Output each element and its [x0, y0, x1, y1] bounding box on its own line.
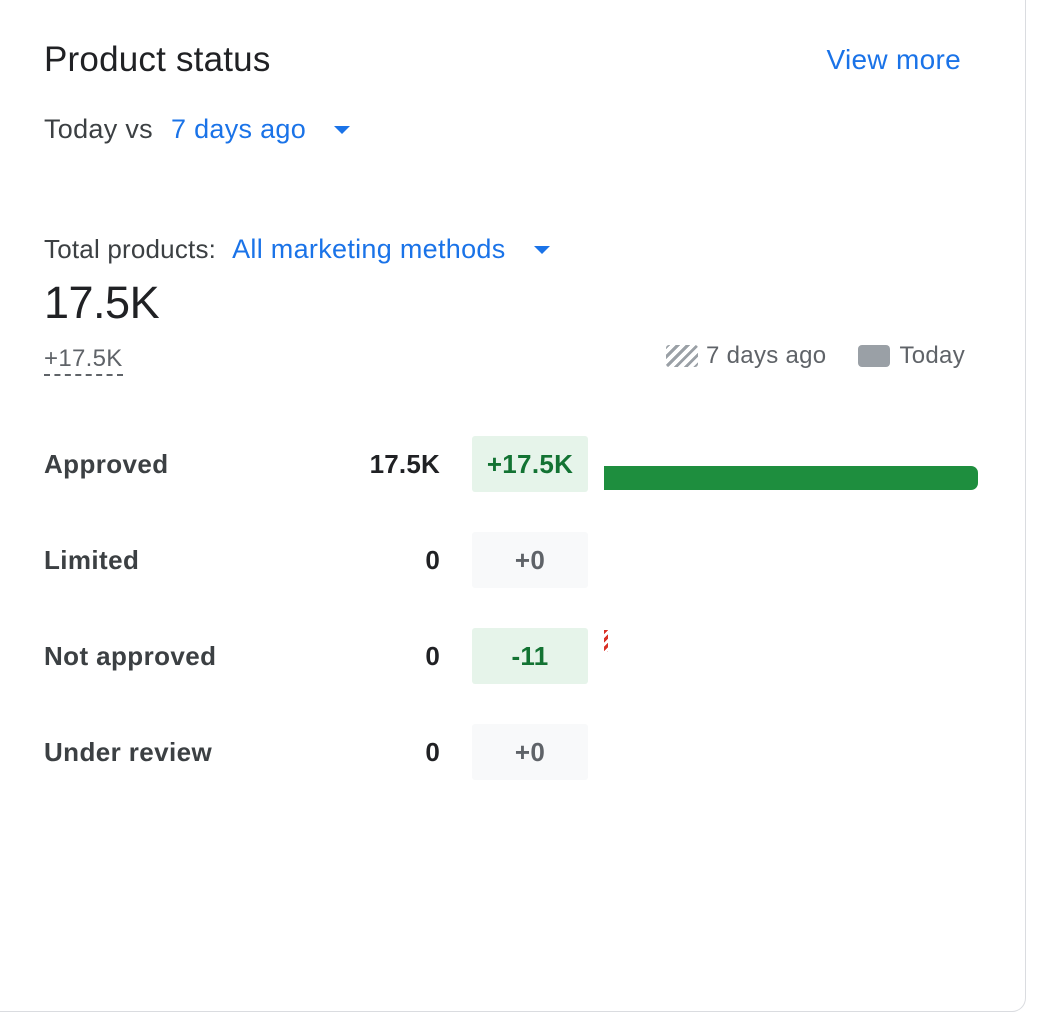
comparison-prefix: Today vs: [44, 113, 153, 144]
status-count: 17.5K: [369, 449, 440, 479]
status-delta-badge: +0: [472, 532, 588, 588]
status-bar-track: [604, 724, 978, 780]
legend-previous-label: 7 days ago: [706, 342, 827, 369]
legend-item-current: Today: [858, 342, 965, 370]
status-label: Under review: [44, 737, 213, 767]
status-row-approved[interactable]: Approved 17.5K +17.5K: [44, 436, 978, 492]
status-row-not-approved[interactable]: Not approved 0 -11: [44, 628, 978, 684]
status-label: Not approved: [44, 641, 217, 671]
status-bar-today: [604, 466, 978, 490]
status-delta-badge: +0: [472, 724, 588, 780]
status-bar-previous: [604, 630, 608, 652]
solid-swatch-icon: [858, 345, 891, 367]
status-delta-badge: -11: [472, 628, 588, 684]
status-label: Limited: [44, 545, 140, 575]
marketing-method-label: All marketing methods: [232, 233, 506, 264]
chart-legend: 7 days ago Today: [666, 340, 965, 372]
legend-current-label: Today: [899, 342, 965, 369]
comparison-period-label: 7 days ago: [170, 113, 307, 144]
status-label: Approved: [44, 449, 169, 479]
marketing-method-dropdown[interactable]: All marketing methods: [232, 233, 550, 265]
legend-item-previous: 7 days ago: [666, 342, 826, 370]
card-title: Product status: [44, 40, 271, 79]
caret-down-icon: [334, 126, 351, 134]
status-count: 0: [425, 737, 440, 767]
status-bar-track: [604, 628, 978, 684]
status-count: 0: [425, 545, 440, 575]
status-row-limited[interactable]: Limited 0 +0: [44, 532, 978, 588]
status-count: 0: [425, 641, 440, 671]
total-products-label: Total products:: [44, 233, 217, 264]
status-bar-track: [604, 532, 978, 588]
total-products-delta[interactable]: +17.5K: [44, 344, 123, 376]
comparison-period-dropdown[interactable]: 7 days ago: [170, 113, 351, 145]
product-status-card: Product status View more Today vs 7 days…: [0, 0, 1026, 1012]
caret-down-icon: [533, 246, 550, 254]
status-row-under-review[interactable]: Under review 0 +0: [44, 724, 978, 780]
status-bar-track: [604, 436, 978, 492]
view-more-link[interactable]: View more: [827, 41, 961, 79]
total-products-value: 17.5K: [44, 277, 160, 328]
comparison-selector: Today vs 7 days ago: [44, 110, 351, 148]
status-delta-badge: +17.5K: [472, 436, 588, 492]
hatched-swatch-icon: [666, 345, 699, 367]
total-products-filter: Total products: All marketing methods: [44, 230, 550, 268]
